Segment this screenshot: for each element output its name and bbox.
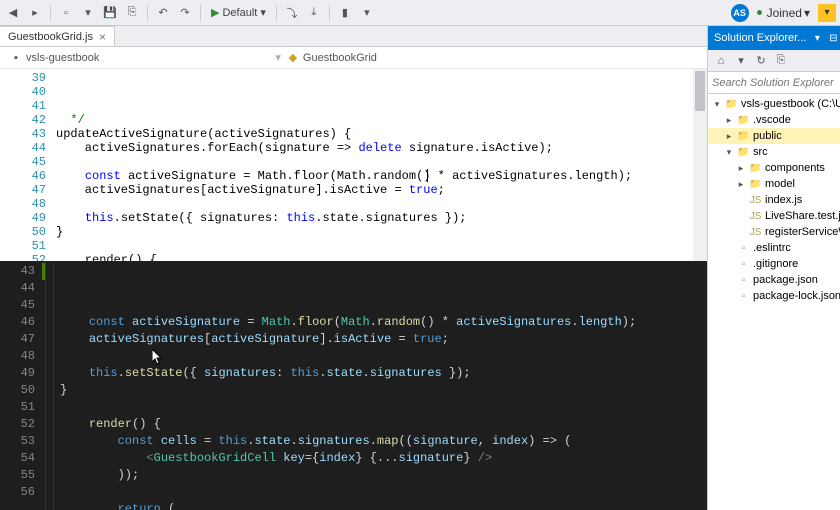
solution-explorer-toolbar: ⌂ ▾ ↻ ⎘ [708, 50, 840, 72]
solution-explorer-panel: Solution Explorer... ▾ ⊟ × ⌂ ▾ ↻ ⎘ 🔍 ▾📁v… [708, 26, 840, 510]
new-file-button[interactable]: ▫ [57, 4, 75, 22]
tree-item[interactable]: ▸📁.vscode [708, 112, 840, 128]
more-button[interactable]: ▾ [358, 4, 376, 22]
pin-button[interactable]: ⊟ [826, 31, 840, 45]
top-toolbar: ◀ ▸ ▫ ▾ 💾 ⎘ ↶ ↷ ▶ Default ▾ ⤵ ⤓ ▮ ▾ AS J… [0, 0, 840, 26]
twisty-icon[interactable]: ▸ [724, 131, 734, 142]
chevron-down-icon: ▾ [804, 6, 810, 20]
breadcrumb-project[interactable]: ▪ vsls-guestbook [6, 52, 103, 64]
cube-icon: ▪ [10, 52, 22, 64]
tree-item-label: index.js [765, 194, 802, 206]
dropdown-button[interactable]: ▾ [810, 31, 824, 45]
file-icon: ▫ [737, 274, 750, 287]
tree-item-label: src [753, 146, 768, 158]
step-over-button[interactable]: ⤵ [283, 4, 301, 22]
tree-item[interactable]: ▸📁public [708, 128, 840, 144]
step-into-button[interactable]: ⤓ [305, 4, 323, 22]
tree-item[interactable]: JSindex.js [708, 192, 840, 208]
tree-item-label: components [765, 162, 825, 174]
code-content[interactable]: */updateActiveSignature(activeSignatures… [56, 69, 707, 261]
tree-item-label: package.json [753, 274, 818, 286]
run-config-label: Default [222, 7, 257, 19]
js-file-icon: JS [749, 210, 762, 223]
tree-item[interactable]: JSLiveShare.test.js [708, 208, 840, 224]
notification-badge[interactable]: ▾ [818, 4, 836, 22]
tree-item[interactable]: ▫.eslintrc [708, 240, 840, 256]
file-icon: ▫ [737, 242, 750, 255]
line-gutter: 3940414243444546474849505152 [0, 69, 56, 261]
undo-button[interactable]: ↶ [154, 4, 172, 22]
twisty-icon[interactable]: ▾ [712, 99, 722, 110]
tree-item[interactable]: ▾📁vsls-guestbook (C:\User [708, 96, 840, 112]
breadcrumb: ▪ vsls-guestbook ▾ ◆ GuestbookGrid [0, 47, 707, 69]
solution-explorer-header[interactable]: Solution Explorer... ▾ ⊟ × [708, 26, 840, 50]
folder-icon: 📁 [737, 114, 750, 127]
js-file-icon: JS [749, 194, 762, 207]
folder-icon: 📁 [737, 146, 750, 159]
text-cursor [427, 169, 428, 182]
line-gutter: 4344454647484950515253545556 [0, 261, 46, 510]
bookmark-button[interactable]: ▮ [336, 4, 354, 22]
editor-tab[interactable]: GuestbookGrid.js × [0, 26, 115, 46]
open-button[interactable]: ▾ [79, 4, 97, 22]
code-content[interactable]: const activeSignature = Math.floor(Math.… [54, 261, 707, 510]
tree-item[interactable]: ▸📁model [708, 176, 840, 192]
home-button[interactable]: ⌂ [712, 52, 730, 70]
solution-tree[interactable]: ▾📁vsls-guestbook (C:\User▸📁.vscode▸📁publ… [708, 94, 840, 510]
redo-button[interactable]: ↷ [176, 4, 194, 22]
save-button[interactable]: 💾 [101, 4, 119, 22]
play-icon: ▶ [211, 6, 219, 19]
status-dot-icon [757, 10, 762, 15]
code-editor-light[interactable]: 3940414243444546474849505152 */updateAct… [0, 69, 707, 261]
run-config-selector[interactable]: ▶ Default ▾ [207, 3, 270, 23]
tree-item[interactable]: ▫.gitignore [708, 256, 840, 272]
collapse-all-button[interactable]: ▾ [732, 52, 750, 70]
js-file-icon: JS [749, 226, 762, 239]
tree-item-label: LiveShare.test.js [765, 210, 840, 222]
editor-tab-strip: GuestbookGrid.js × [0, 26, 707, 47]
nav-back-button[interactable]: ◀ [4, 4, 22, 22]
save-all-button[interactable]: ⎘ [123, 4, 141, 22]
tree-item-label: package-lock.json [753, 290, 840, 302]
panel-title: Solution Explorer... [714, 32, 806, 44]
twisty-icon[interactable]: ▸ [724, 115, 734, 126]
refresh-button[interactable]: ↻ [752, 52, 770, 70]
tab-filename: GuestbookGrid.js [8, 31, 93, 43]
chevron-down-icon: ▾ [260, 6, 266, 19]
liveshare-status[interactable]: Joined ▾ [757, 6, 810, 20]
file-icon: ▫ [737, 290, 750, 303]
folder-icon: 📁 [749, 178, 762, 191]
tree-item[interactable]: ▾📁src [708, 144, 840, 160]
tree-item[interactable]: ▫package.json [708, 272, 840, 288]
folder-icon: 📁 [749, 162, 762, 175]
tree-item[interactable]: JSregisterServiceWor [708, 224, 840, 240]
tree-item-label: vsls-guestbook (C:\User [741, 98, 840, 110]
solution-explorer-search[interactable]: 🔍 [708, 72, 840, 94]
tree-item-label: public [753, 130, 782, 142]
tree-item-label: registerServiceWor [765, 226, 840, 238]
nav-fwd-button[interactable]: ▸ [26, 4, 44, 22]
class-icon: ◆ [287, 52, 299, 64]
tab-close-button[interactable]: × [99, 30, 106, 44]
code-editor-dark[interactable]: 4344454647484950515253545556 const activ… [0, 261, 707, 510]
twisty-icon[interactable]: ▸ [736, 179, 746, 190]
folder-icon: 📁 [725, 98, 738, 111]
tree-item[interactable]: ▫package-lock.json [708, 288, 840, 304]
tree-item-label: .vscode [753, 114, 791, 126]
twisty-icon[interactable]: ▸ [736, 163, 746, 174]
modified-indicator [42, 263, 45, 280]
vertical-scrollbar[interactable] [693, 69, 707, 261]
show-all-button[interactable]: ⎘ [772, 52, 790, 70]
tree-item-label: .eslintrc [753, 242, 791, 254]
avatar[interactable]: AS [731, 4, 749, 22]
file-icon: ▫ [737, 258, 750, 271]
scrollbar-thumb[interactable] [695, 71, 705, 111]
tree-item-label: model [765, 178, 795, 190]
tree-item-label: .gitignore [753, 258, 798, 270]
breadcrumb-symbol[interactable]: ◆ GuestbookGrid [283, 52, 381, 64]
tree-item[interactable]: ▸📁components [708, 160, 840, 176]
search-input[interactable] [712, 77, 840, 89]
twisty-icon[interactable]: ▾ [724, 147, 734, 158]
folder-icon: 📁 [737, 130, 750, 143]
